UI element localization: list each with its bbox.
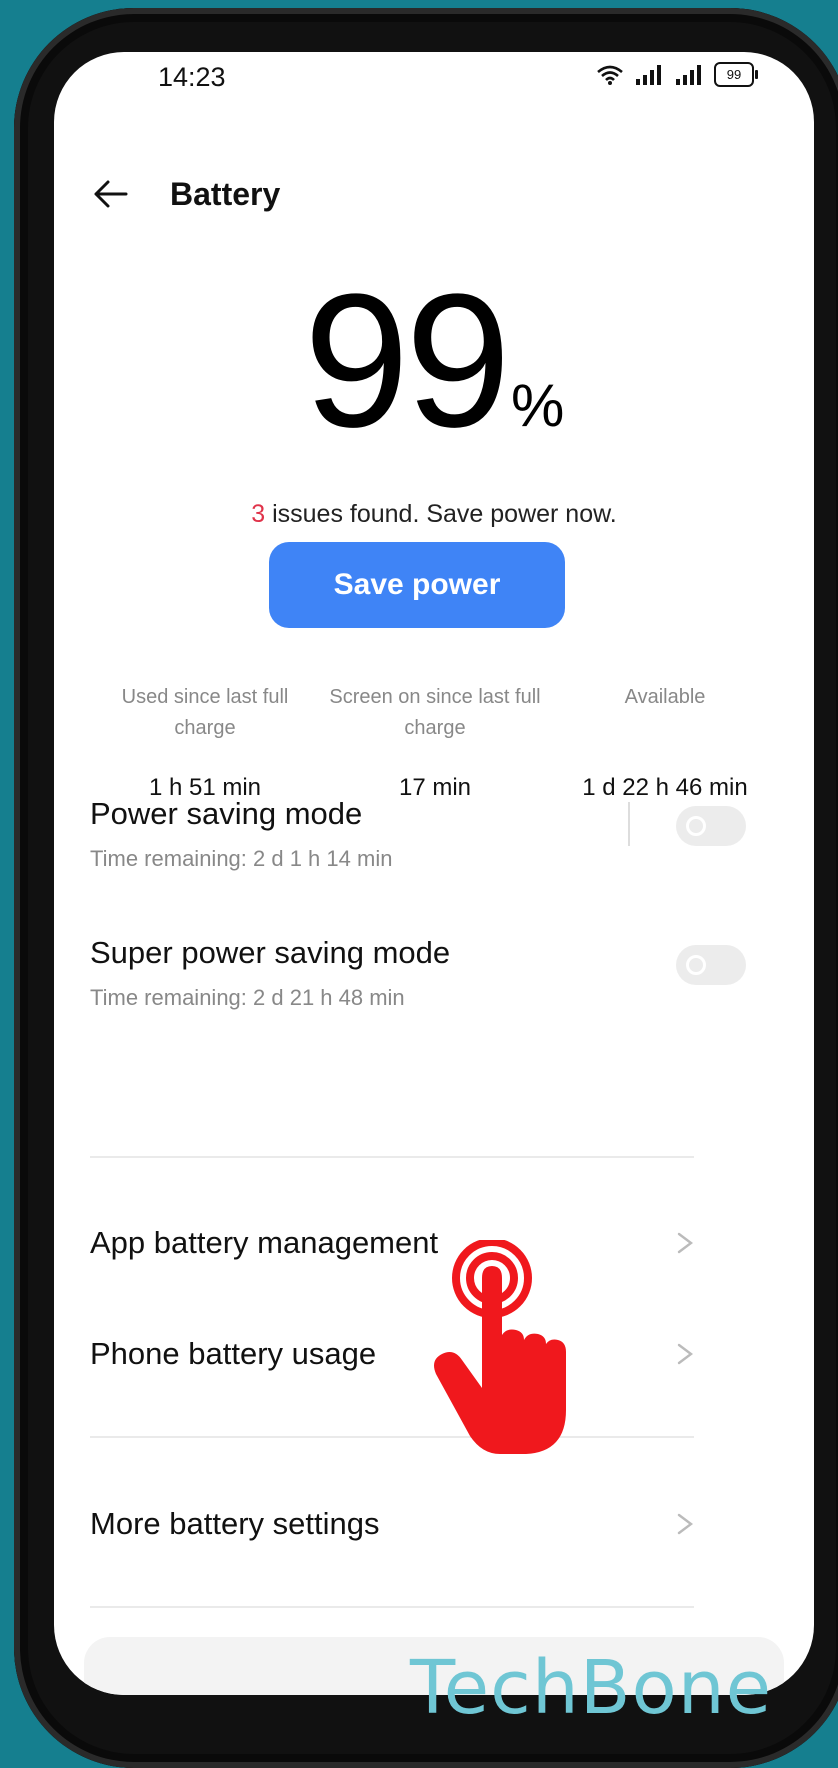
stat-label: Available [624,686,706,708]
power-saving-toggle[interactable] [676,806,746,846]
app-battery-management-item[interactable]: App battery management [90,1208,696,1278]
issues-text: issues found. Save power now. [265,500,617,528]
battery-percent-value: 99 [303,255,511,467]
stat-label: Used since last full charge [121,686,289,739]
more-battery-settings-item[interactable]: More battery settings [90,1489,696,1559]
divider [628,802,630,846]
battery-status-icon: 99 [714,62,758,87]
stat-screen-on: Screen on since last full charge 17 min [320,682,550,802]
page-title: Battery [170,176,281,212]
section-divider [90,1156,694,1158]
list-item-label: More battery settings [90,1506,380,1541]
super-power-saving-mode-row[interactable]: Super power saving mode Time remaining: … [90,935,746,1015]
status-icons: 99 [596,62,758,87]
issues-count: 3 [251,500,266,528]
percent-symbol: % [510,372,565,439]
wifi-icon [597,65,623,85]
mode-title: Super power saving mode [90,935,451,970]
battery-percentage: 99% [54,252,814,470]
toggle-knob [686,816,706,836]
header: Battery [54,152,814,232]
status-time: 14:23 [158,62,226,92]
mode-subtitle: Time remaining: 2 d 21 h 48 min [90,985,405,1010]
mode-subtitle: Time remaining: 2 d 1 h 14 min [90,846,393,871]
save-power-button[interactable]: Save power [269,542,565,628]
battery-stats: Used since last full charge 1 h 51 min S… [90,682,780,802]
stat-available: Available 1 d 22 h 46 min [550,682,780,802]
chevron-right-icon [677,1232,693,1254]
phone-battery-usage-item[interactable]: Phone battery usage [90,1319,696,1389]
watermark: TechBone [410,1645,773,1731]
issues-message: 3 issues found. Save power now. [54,500,814,529]
super-power-saving-toggle[interactable] [676,945,746,985]
toggle-knob [686,955,706,975]
stat-used-since-charge: Used since last full charge 1 h 51 min [90,682,320,802]
chevron-right-icon [677,1513,693,1535]
section-divider [90,1606,694,1608]
list-item-label: App battery management [90,1225,439,1260]
section-divider [90,1436,694,1438]
stat-label: Screen on since last full charge [329,686,541,739]
signal-icon [636,64,661,85]
power-saving-mode-row[interactable]: Power saving mode Time remaining: 2 d 1 … [90,796,746,876]
list-item-label: Phone battery usage [90,1336,377,1371]
status-bar: 14:23 99 [54,52,814,112]
signal-icon-2 [676,64,701,85]
chevron-right-icon [677,1343,693,1365]
back-arrow-icon[interactable] [90,174,130,214]
mode-title: Power saving mode [90,796,363,831]
tap-hand-icon [434,1240,566,1454]
